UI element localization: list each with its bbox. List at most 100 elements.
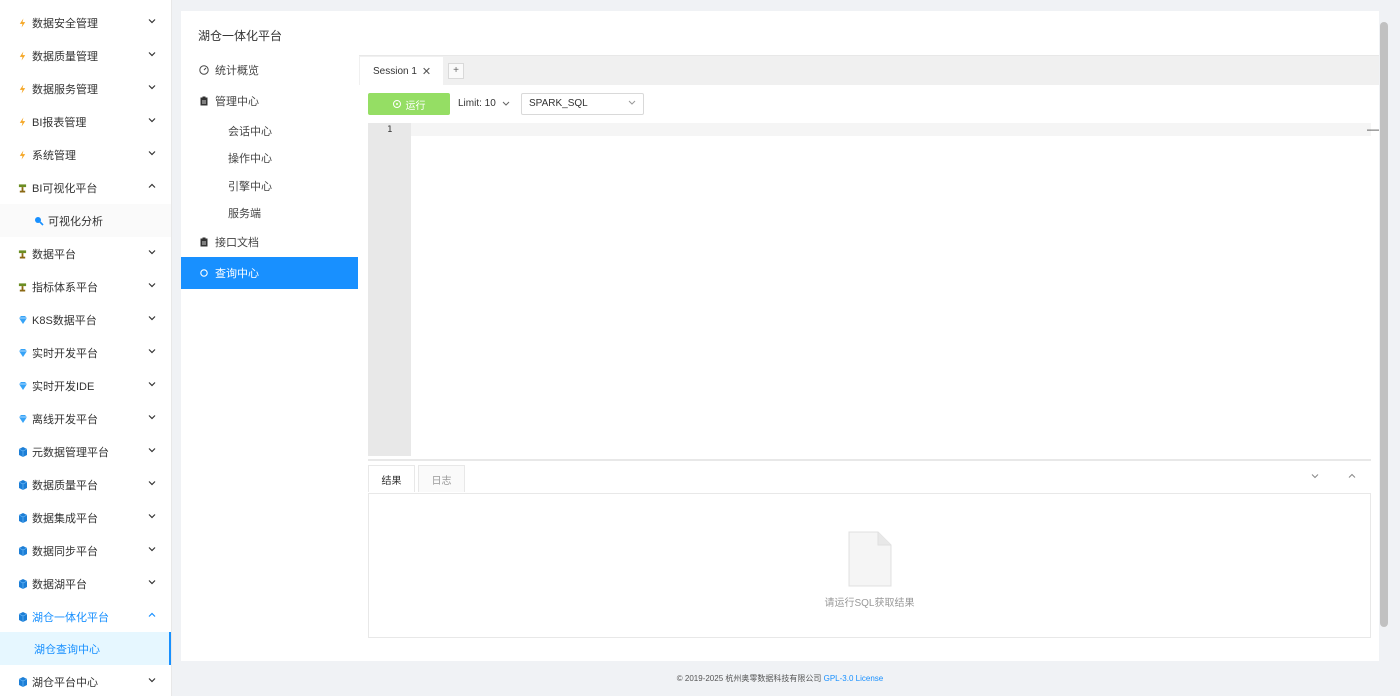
sidebar-item-2[interactable]: 数据质量管理 bbox=[0, 39, 171, 72]
sun-icon bbox=[199, 268, 209, 278]
sidebar-item-19[interactable]: 湖仓一体化平台 bbox=[0, 600, 171, 633]
menu-item-3[interactable]: 会话中心 bbox=[181, 117, 358, 144]
chevron-path bbox=[148, 183, 156, 188]
result-tabs: 结果 日志 bbox=[368, 465, 1371, 493]
sidebar-item-18[interactable]: 数据湖平台 bbox=[0, 567, 171, 600]
chevron-down-icon bbox=[148, 349, 156, 354]
page-title: 湖仓一体化平台 bbox=[198, 29, 283, 43]
chevron-path bbox=[148, 678, 156, 683]
sidebar-item-5[interactable]: 系统管理 bbox=[0, 138, 171, 171]
bolt-icon-glyph bbox=[19, 51, 26, 60]
license-link[interactable]: GPL-3.0 License bbox=[824, 674, 884, 683]
engine-select-value: SPARK_SQL bbox=[529, 98, 588, 109]
play-circle-icon bbox=[392, 100, 401, 108]
menu-item-8[interactable]: 查询中心 bbox=[181, 257, 358, 289]
sidebar-item-9[interactable]: 指标体系平台 bbox=[0, 270, 171, 303]
menu-item-1[interactable]: 统计概览 bbox=[181, 54, 358, 86]
diamond-icon-glyph bbox=[19, 315, 27, 324]
cube-icon bbox=[18, 545, 28, 556]
chevron-path bbox=[148, 349, 156, 354]
sidebar-item-17[interactable]: 数据同步平台 bbox=[0, 534, 171, 567]
clipboard-icon-glyph bbox=[200, 96, 208, 106]
bolt-icon bbox=[18, 150, 27, 160]
sidebar-item-label: K8S数据平台 bbox=[32, 314, 97, 327]
chevron-down-icon bbox=[502, 101, 510, 106]
pane-divider[interactable] bbox=[368, 459, 1371, 461]
sidebar-item-label: 系统管理 bbox=[32, 149, 76, 162]
engine-select[interactable]: SPARK_SQL bbox=[521, 93, 644, 115]
tab-result[interactable]: 结果 bbox=[368, 465, 415, 492]
search-icon bbox=[34, 216, 44, 226]
bolt-icon-glyph bbox=[19, 84, 26, 93]
sidebar-item-label: 实时开发IDE bbox=[32, 380, 95, 393]
footer-copyright: © 2019-2025 杭州奥零数据科技有限公司 bbox=[676, 674, 822, 683]
chevron-down-icon bbox=[148, 85, 156, 90]
sidebar-item-4[interactable]: BI报表管理 bbox=[0, 105, 171, 138]
menu-item-5[interactable]: 引擎中心 bbox=[181, 172, 358, 199]
sidebar-item-3[interactable]: 数据服务管理 bbox=[0, 72, 171, 105]
sidebar: 数据安全管理数据质量管理 数据服务管理 BI报表管理系统管理 BI可视化平台 可视化分析… bbox=[0, 0, 172, 696]
sidebar-item-21[interactable]: 湖仓平台中心 bbox=[0, 665, 171, 696]
chevron-down-icon bbox=[148, 580, 156, 585]
run-button[interactable]: 运行 bbox=[368, 93, 450, 115]
menu-item-7[interactable]: 接口文档 bbox=[181, 226, 358, 258]
sidebar-item-12[interactable]: 实时开发IDE bbox=[0, 369, 171, 402]
sidebar-item-16[interactable]: 数据集成平台 bbox=[0, 501, 171, 534]
sidebar-item-10[interactable]: K8S数据平台 bbox=[0, 303, 171, 336]
chevron-down-icon bbox=[148, 514, 156, 519]
chevron-up-icon[interactable] bbox=[1347, 471, 1357, 481]
sql-editor[interactable]: 1 — bbox=[368, 122, 1379, 456]
clipboard-icon-glyph bbox=[200, 237, 208, 247]
sidebar-item-14[interactable]: 元数据管理平台 bbox=[0, 435, 171, 468]
chevron-path bbox=[148, 448, 156, 453]
cube-icon bbox=[18, 611, 28, 622]
chevron-path bbox=[148, 415, 156, 420]
tree-icon-glyph bbox=[18, 249, 27, 258]
tree-icon-glyph bbox=[18, 282, 27, 291]
cube-icon-glyph bbox=[18, 676, 28, 687]
bolt-icon bbox=[18, 84, 27, 94]
diamond-icon-glyph bbox=[19, 348, 27, 357]
sidebar-item-label: 指标体系平台 bbox=[32, 281, 98, 294]
sidebar-item-label: 湖仓一体化平台 bbox=[32, 611, 109, 624]
menu-item-label: 引擎中心 bbox=[228, 180, 272, 193]
sidebar-item-13[interactable]: 离线开发平台 bbox=[0, 402, 171, 435]
minimize-icon[interactable]: — bbox=[1367, 122, 1379, 136]
menu-item-label: 查询中心 bbox=[215, 268, 259, 280]
menu-item-label: 接口文档 bbox=[215, 237, 259, 249]
menu-item-6[interactable]: 服务端 bbox=[181, 199, 358, 226]
chevron-path bbox=[148, 514, 156, 519]
chevron-down-icon bbox=[148, 283, 156, 288]
tab-log[interactable]: 日志 bbox=[418, 465, 465, 492]
add-session-button[interactable]: + bbox=[448, 63, 464, 79]
chevron-down-icon bbox=[148, 547, 156, 552]
bolt-icon bbox=[18, 18, 27, 28]
sidebar-item-8[interactable]: 数据平台 bbox=[0, 237, 171, 270]
menu-item-2[interactable]: 管理中心 bbox=[181, 85, 358, 117]
chevron-down-icon bbox=[148, 151, 156, 156]
sidebar-item-6[interactable]: BI可视化平台 bbox=[0, 171, 171, 204]
sidebar-item-label: 数据质量管理 bbox=[32, 50, 98, 63]
sidebar-item-15[interactable]: 数据质量平台 bbox=[0, 468, 171, 501]
cube-icon bbox=[18, 479, 28, 490]
menu-item-4[interactable]: 操作中心 bbox=[181, 144, 358, 171]
sidebar-item-1[interactable]: 数据安全管理 bbox=[0, 6, 171, 39]
menu-item-label: 操作中心 bbox=[228, 152, 272, 165]
sidebar-item-label: 数据质量平台 bbox=[32, 479, 98, 492]
chevron-down-icon[interactable] bbox=[1310, 471, 1320, 481]
sidebar-item-7[interactable]: 可视化分析 bbox=[0, 204, 171, 237]
limit-dropdown[interactable]: Limit: 10 bbox=[458, 98, 510, 109]
sidebar-item-label: 湖仓平台中心 bbox=[32, 676, 98, 689]
page-scrollbar[interactable] bbox=[1380, 22, 1388, 627]
chevron-down-icon bbox=[628, 100, 636, 105]
cube-icon-glyph bbox=[18, 512, 28, 523]
sidebar-item-label: 数据服务管理 bbox=[32, 83, 98, 96]
sidebar-item-11[interactable]: 实时开发平台 bbox=[0, 336, 171, 369]
tab-session-1[interactable]: Session 1 ✕ bbox=[360, 57, 443, 86]
clipboard-icon bbox=[199, 96, 209, 106]
limit-label: Limit: 10 bbox=[458, 98, 496, 109]
close-icon[interactable]: ✕ bbox=[422, 65, 431, 78]
sidebar-item-20[interactable]: 湖仓查询中心 bbox=[0, 632, 171, 665]
chevron-path bbox=[148, 250, 156, 255]
cube-icon-glyph bbox=[18, 479, 28, 490]
